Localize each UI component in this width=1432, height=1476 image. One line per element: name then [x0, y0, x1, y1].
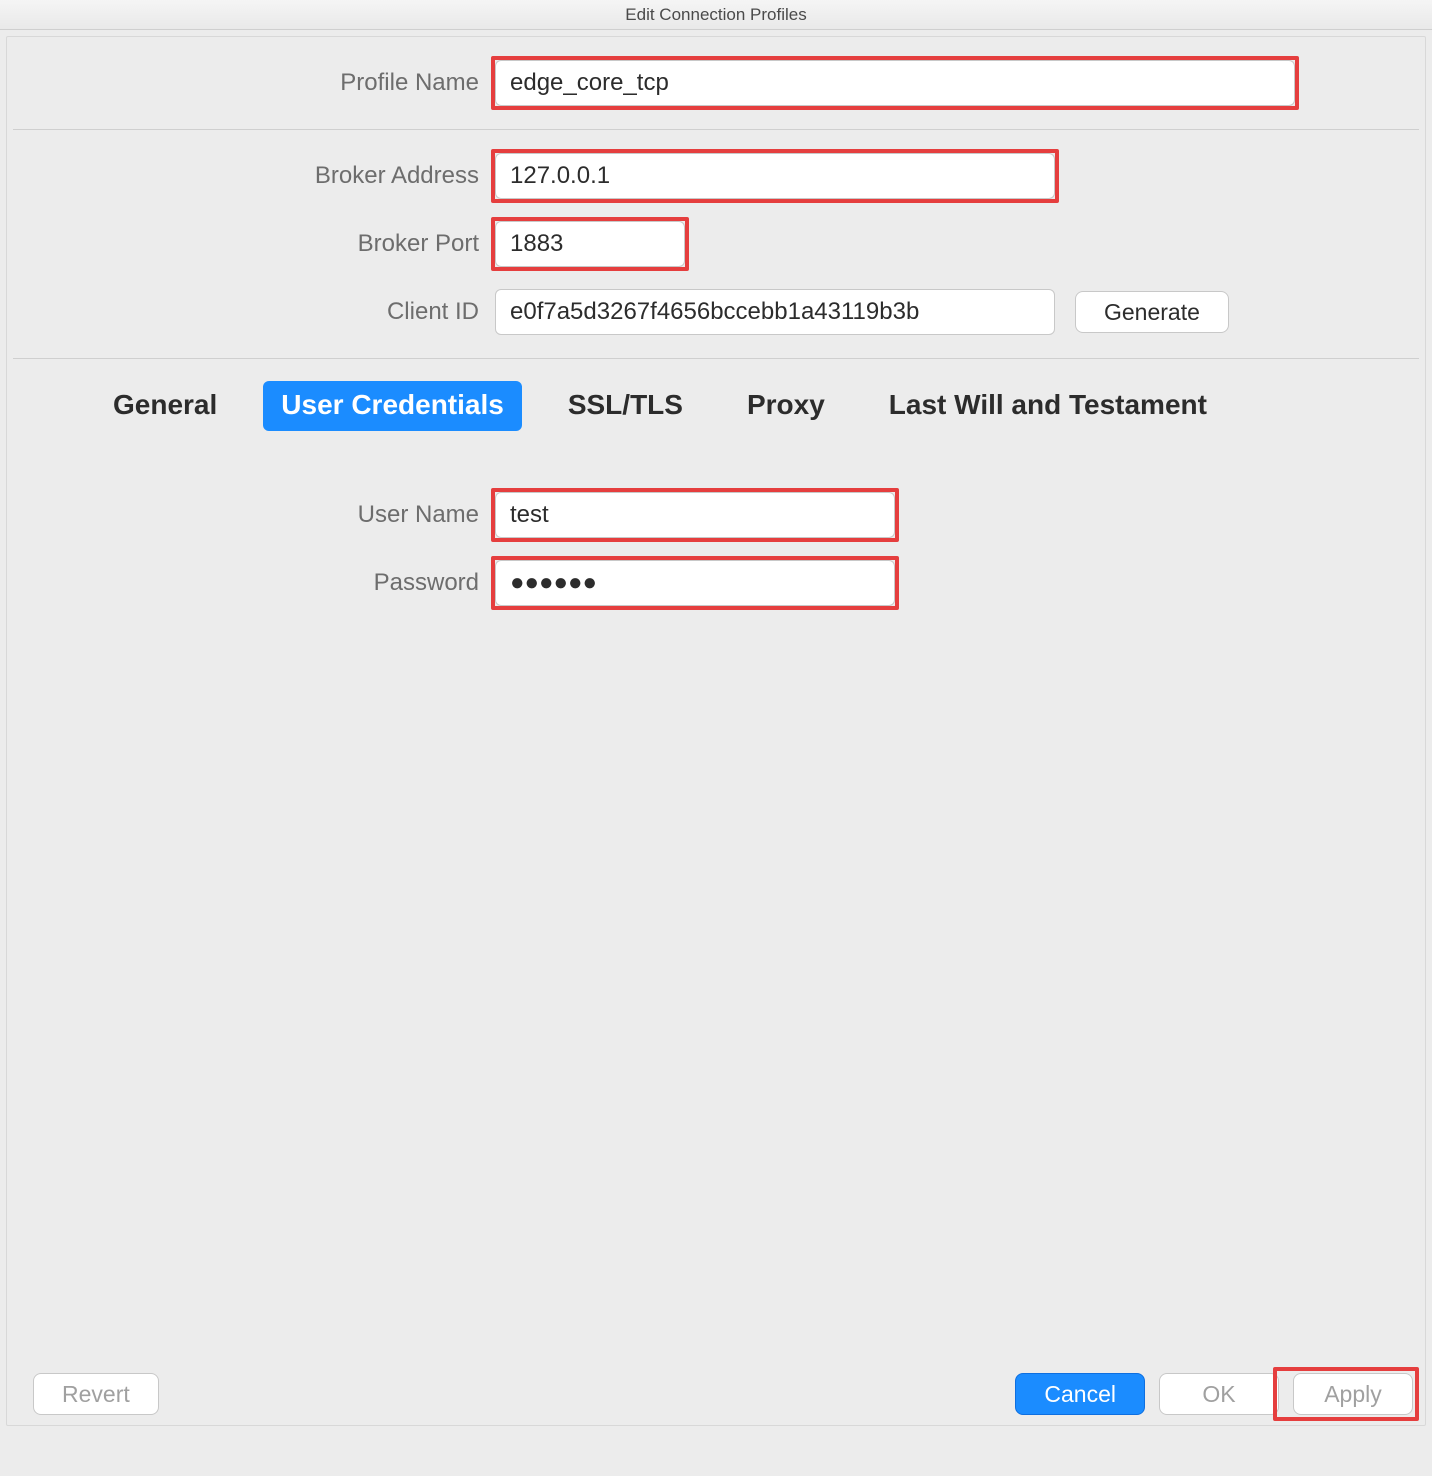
window-title: Edit Connection Profiles	[0, 0, 1432, 30]
broker-port-input[interactable]	[495, 221, 685, 267]
tab-bar: General User Credentials SSL/TLS Proxy L…	[7, 359, 1425, 431]
user-name-input[interactable]	[495, 492, 895, 538]
tab-proxy[interactable]: Proxy	[729, 381, 843, 431]
footer-bar: Revert Cancel OK Apply	[7, 1373, 1425, 1415]
broker-address-input[interactable]	[495, 153, 1055, 199]
row-client-id: Client ID Generate	[7, 288, 1419, 336]
tab-ssl-tls[interactable]: SSL/TLS	[550, 381, 701, 431]
tab-user-credentials[interactable]: User Credentials	[263, 381, 522, 431]
label-broker-address: Broker Address	[7, 162, 495, 190]
apply-button[interactable]: Apply	[1293, 1373, 1413, 1415]
label-client-id: Client ID	[7, 298, 495, 326]
generate-button[interactable]: Generate	[1075, 291, 1229, 333]
row-password: Password	[7, 559, 1419, 607]
tab-general[interactable]: General	[95, 381, 235, 431]
revert-button[interactable]: Revert	[33, 1373, 159, 1415]
password-input[interactable]	[495, 560, 895, 606]
label-broker-port: Broker Port	[7, 230, 495, 258]
row-broker-address: Broker Address	[7, 152, 1419, 200]
ok-button[interactable]: OK	[1159, 1373, 1279, 1415]
row-broker-port: Broker Port	[7, 220, 1419, 268]
cancel-button[interactable]: Cancel	[1015, 1373, 1145, 1415]
tab-last-will[interactable]: Last Will and Testament	[871, 381, 1225, 431]
client-id-input[interactable]	[495, 289, 1055, 335]
label-profile-name: Profile Name	[7, 69, 495, 97]
row-user-name: User Name	[7, 491, 1419, 539]
label-password: Password	[7, 569, 495, 597]
row-profile-name: Profile Name	[7, 59, 1419, 107]
profile-name-input[interactable]	[495, 60, 1295, 106]
dialog-panel: Profile Name Broker Address Broker Port	[6, 36, 1426, 1426]
label-user-name: User Name	[7, 501, 495, 529]
